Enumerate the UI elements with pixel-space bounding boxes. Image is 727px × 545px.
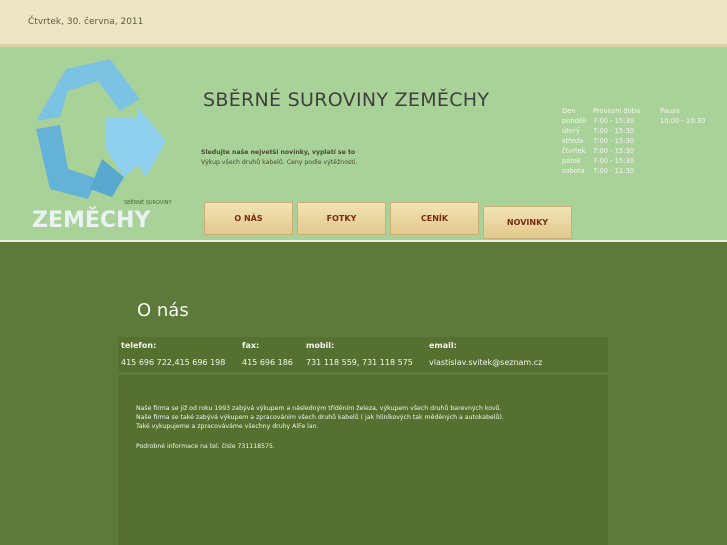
nav-fotky[interactable]: FOTKY — [297, 202, 386, 235]
about-paragraph: Podrobné informace na tel. čísle 7311185… — [136, 443, 275, 450]
news-box: Sledujte naše nejvetší novinky, vyplatí … — [201, 148, 357, 167]
email-link[interactable]: vlastislav.svitek@seznam.cz — [429, 358, 542, 367]
hours-header-day: Den — [562, 107, 576, 115]
news-headline: Sledujte naše nejvetší novinky, vyplatí … — [201, 149, 356, 156]
hours-time: 7:00 - 15:30 — [593, 157, 634, 165]
current-date: Čtvrtek, 30. června, 2011 — [28, 17, 144, 27]
news-line: Výkup všech druhů kabelů. Ceny podle výt… — [201, 158, 358, 166]
fax-value: 415 696 186 — [242, 358, 293, 367]
main-content: O nás telefon: fax: mobil: email: 415 69… — [0, 242, 727, 545]
logo-brand-text: ZEMĚCHY — [32, 207, 151, 231]
hours-time: 7:00 - 15:30 — [593, 127, 634, 135]
contact-table: telefon: fax: mobil: email: 415 696 722,… — [118, 337, 608, 372]
hours-time: 7:00 - 15:30 — [593, 117, 634, 125]
hours-header-pause: Pauza — [660, 107, 680, 115]
logo-small-text: SBĚRNÉ SUROVINY — [124, 198, 173, 206]
hours-row: úterý 7:00 - 15:30 — [562, 126, 705, 136]
top-bar: Čtvrtek, 30. června, 2011 — [0, 0, 727, 47]
hours-header-time: Provozní doba — [593, 107, 641, 115]
page-title: O nás — [137, 300, 189, 321]
nav-o-nas[interactable]: O NÁS — [204, 202, 293, 235]
hours-time: 7:00 - 11:30 — [593, 167, 634, 175]
hours-row: středa 7:00 - 15:30 — [562, 136, 705, 146]
hours-row: pondělí 7:00 - 15:30 10:00 - 10:30 — [562, 116, 705, 126]
nav-novinky[interactable]: NOVINKY — [483, 206, 572, 239]
telefon-label: telefon: — [121, 341, 157, 350]
about-text: Naše firma se již od roku 1993 zabývá vý… — [118, 375, 608, 545]
opening-hours-table: Den Provozní doba Pauza pondělí 7:00 - 1… — [562, 106, 705, 176]
hours-day: sobota — [562, 167, 585, 175]
email-label: email: — [429, 341, 457, 350]
hours-row: pátek 7:00 - 15:30 — [562, 156, 705, 166]
site-header: SBĚRNÉ SUROVINY ZEMĚCHY SBĚRNÉ SUROVINY … — [0, 47, 727, 242]
hours-pause: 10:00 - 10:30 — [660, 117, 706, 125]
hours-day: čtvrtek — [562, 147, 586, 155]
hours-time: 7:00 - 15:30 — [593, 137, 634, 145]
about-paragraph: Naše firma se také zabývá výkupem a zpra… — [136, 414, 504, 421]
about-paragraph: Naše firma se již od roku 1993 zabývá vý… — [136, 405, 502, 412]
hours-row: čtvrtek 7:00 - 15:30 — [562, 146, 705, 156]
logo-icon[interactable]: SBĚRNÉ SUROVINY ZEMĚCHY — [28, 59, 178, 231]
hours-row: sobota 7:00 - 11:30 — [562, 166, 705, 176]
about-paragraph: Také vykupujeme a zpracováváme všechny d… — [136, 423, 319, 430]
nav-cenik[interactable]: CENÍK — [390, 202, 479, 235]
telefon-value: 415 696 722,415 696 198 — [121, 358, 226, 367]
mobil-label: mobil: — [306, 341, 335, 350]
hours-day: středa — [562, 137, 584, 145]
hours-time: 7:00 - 15:30 — [593, 147, 634, 155]
mobil-value: 731 118 559, 731 118 575 — [306, 358, 413, 367]
hours-day: pátek — [562, 157, 581, 165]
site-title: SBĚRNÉ SUROVINY ZEMĚCHY — [203, 89, 490, 111]
hours-day: úterý — [562, 127, 580, 135]
hours-header-row: Den Provozní doba Pauza — [562, 106, 705, 116]
main-nav: O NÁS FOTKY CENÍK NOVINKY — [204, 202, 572, 239]
fax-label: fax: — [242, 341, 260, 350]
hours-day: pondělí — [562, 117, 587, 125]
